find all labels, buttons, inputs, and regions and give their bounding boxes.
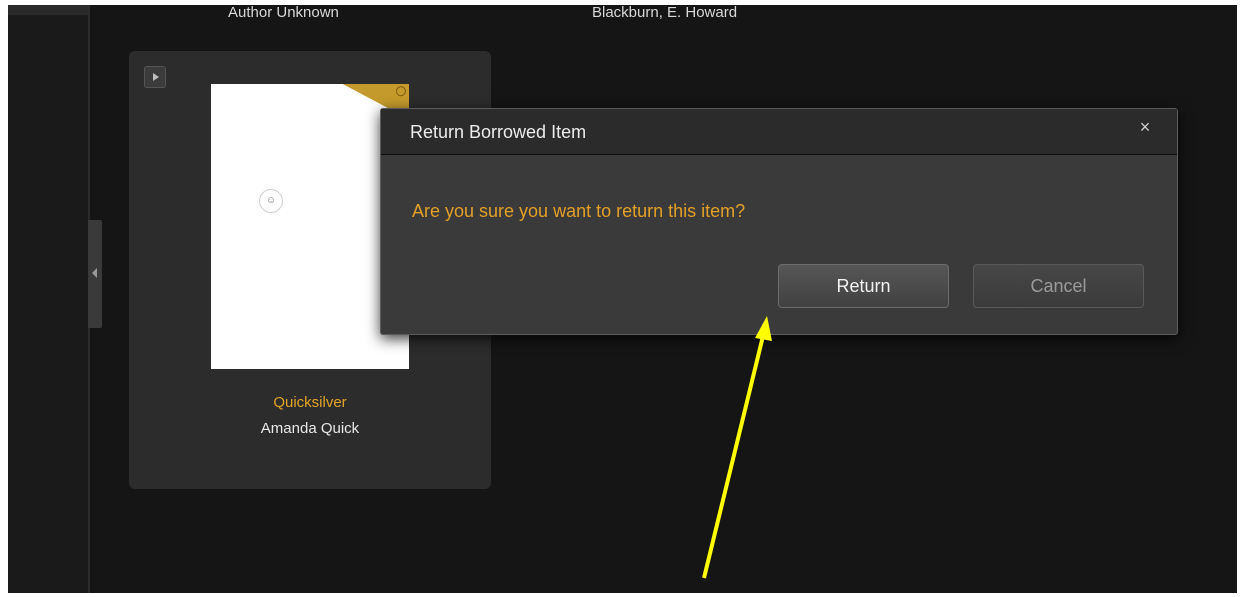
return-dialog: Return Borrowed Item × Are you sure you … (380, 108, 1178, 335)
loading-icon: ☺ (259, 189, 283, 213)
dialog-header: Return Borrowed Item × (381, 109, 1177, 155)
cancel-button[interactable]: Cancel (973, 264, 1144, 308)
close-icon[interactable]: × (1135, 117, 1155, 137)
author-label-1: Author Unknown (228, 5, 339, 21)
library-grid: Author Unknown Blackburn, E. Howard ☺ Qu… (102, 5, 1237, 593)
dialog-title: Return Borrowed Item (410, 122, 587, 142)
dialog-message: Are you sure you want to return this ite… (412, 201, 746, 221)
collapse-arrow-icon (92, 268, 97, 278)
book-author: Amanda Quick (260, 420, 360, 437)
book-title[interactable]: Quicksilver (129, 394, 491, 411)
left-panel (8, 5, 88, 593)
return-button[interactable]: Return (778, 264, 949, 308)
panel-collapse-handle[interactable] (88, 220, 102, 328)
expand-button[interactable] (144, 66, 166, 88)
author-label-2: Blackburn, E. Howard (592, 5, 738, 21)
play-icon (153, 73, 159, 81)
left-panel-header (8, 5, 88, 15)
library-app: Author Unknown Blackburn, E. Howard ☺ Qu… (8, 5, 1237, 593)
